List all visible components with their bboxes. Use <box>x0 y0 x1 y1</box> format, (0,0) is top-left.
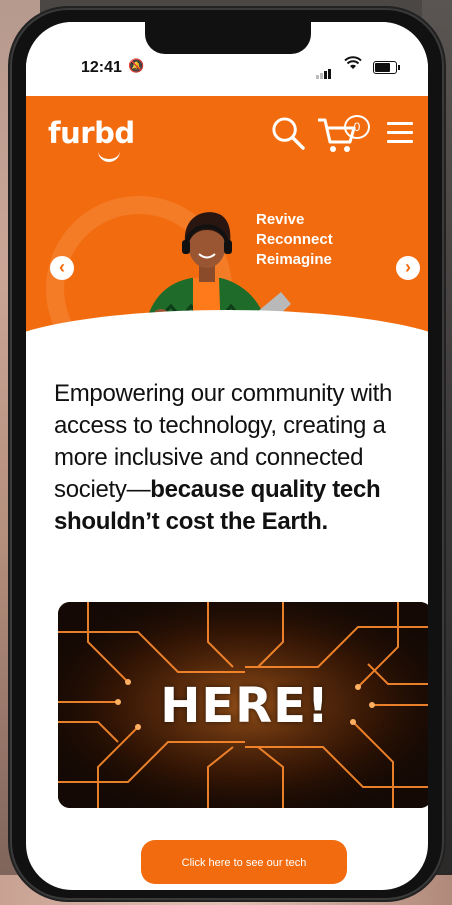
hero-line-revive: Revive <box>256 211 305 228</box>
hero-line-reconnect: Reconnect <box>256 231 333 248</box>
bell-slash-icon: 🔕 <box>128 58 145 73</box>
video-banner[interactable]: HERE! <box>58 602 428 808</box>
battery-icon <box>373 61 400 74</box>
wifi-icon <box>344 56 362 74</box>
chevron-left-icon: ‹ <box>59 257 65 277</box>
hero-tagline: Revive Reconnect Reimagine <box>256 210 333 270</box>
hero-carousel: Revive Reconnect Reimagine ‹ › <box>26 176 428 348</box>
signal-icon <box>316 61 332 79</box>
carousel-prev-button[interactable]: ‹ <box>50 256 74 280</box>
carousel-next-button[interactable]: › <box>396 256 420 280</box>
intro-paragraph: Empowering our community with access to … <box>54 378 414 538</box>
phone-screen: 12:41 🔕 furbd 0 Revive Reconnect Reimagi… <box>26 22 428 890</box>
see-our-tech-button[interactable]: Click here to see our tech <box>141 840 347 884</box>
cart-count-badge: 0 <box>344 115 370 139</box>
status-time: 12:41 <box>81 59 122 76</box>
phone-frame: 12:41 🔕 furbd 0 Revive Reconnect Reimagi… <box>10 8 444 900</box>
video-headline: HERE! <box>160 678 330 734</box>
logo-smile-mark <box>98 151 120 162</box>
hero-line-reimagine: Reimagine <box>256 251 332 268</box>
phone-notch <box>145 22 311 54</box>
site-header: furbd 0 <box>26 96 428 176</box>
search-icon[interactable] <box>271 116 306 151</box>
menu-icon[interactable] <box>387 122 413 144</box>
chevron-right-icon: › <box>405 257 411 277</box>
brand-logo[interactable]: furbd <box>48 116 135 150</box>
